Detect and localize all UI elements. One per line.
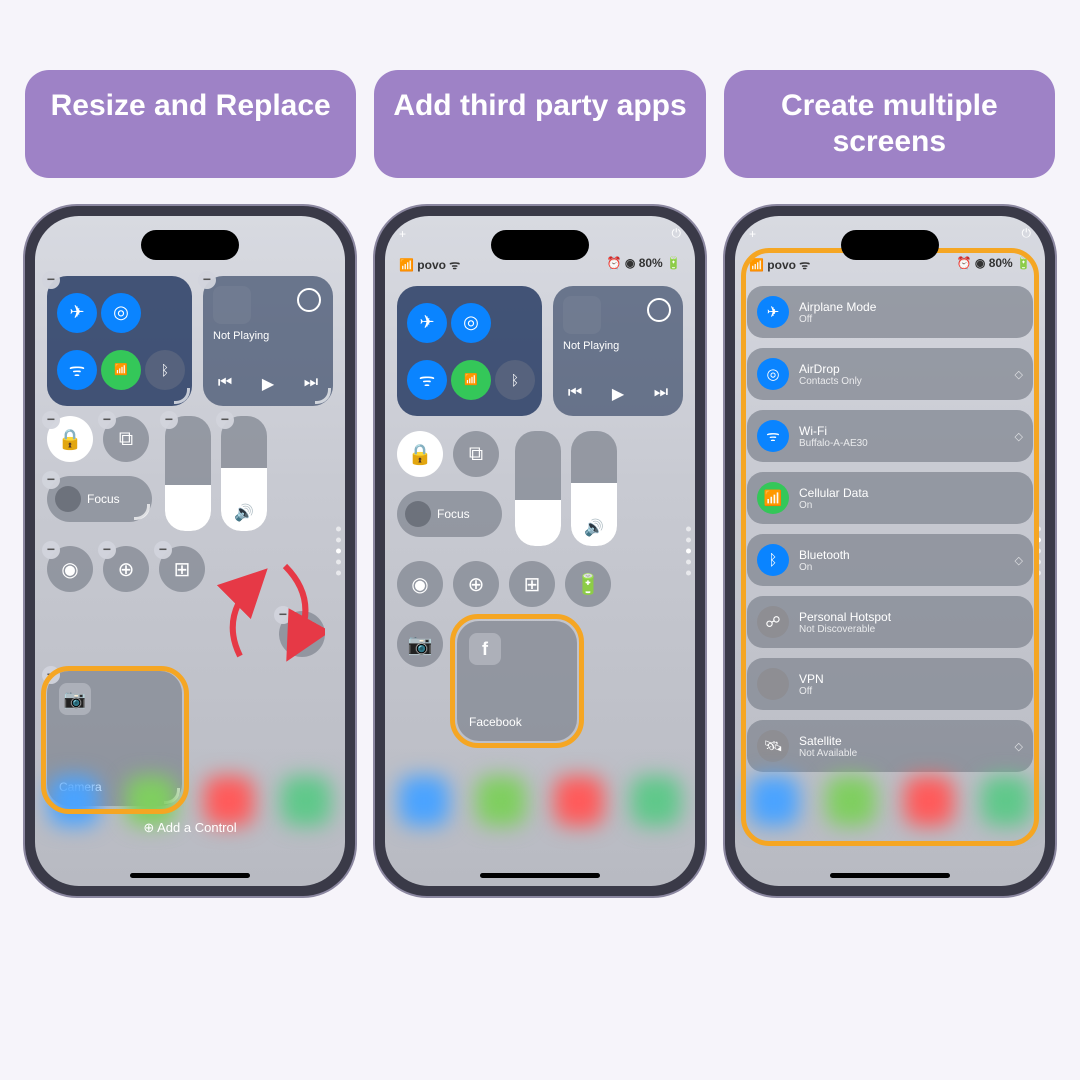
rotation-lock-button[interactable]: 🔒 bbox=[397, 431, 443, 477]
low-power-button[interactable]: 🔋 bbox=[565, 561, 611, 607]
airdrop-icon[interactable]: ◎ bbox=[101, 293, 141, 333]
media-title: Not Playing bbox=[213, 330, 323, 342]
airdrop-icon[interactable]: ◎ bbox=[451, 303, 491, 343]
phone-2: + ⏻ 📶 povo ᯤ ⏰ ◉ 80% 🔋 ✈ ◎ ᯤ 📶 ᛒ Not Pla… bbox=[375, 206, 705, 896]
screen-mirror-button[interactable]: −⧉ bbox=[103, 416, 149, 462]
connectivity-widget[interactable]: − ✈ ◎ ᯤ 📶 ᛒ bbox=[47, 276, 192, 406]
resize-handle-icon[interactable] bbox=[174, 388, 190, 404]
brightness-slider[interactable]: ☀ bbox=[515, 431, 561, 546]
highlight-box bbox=[450, 614, 584, 748]
add-icon[interactable]: + bbox=[399, 226, 406, 241]
wifi-icon[interactable]: ᯤ bbox=[407, 360, 447, 400]
highlight-box bbox=[741, 248, 1039, 846]
rotation-lock-button[interactable]: −🔒 bbox=[47, 416, 93, 462]
highlight-box bbox=[41, 666, 189, 814]
brightness-slider[interactable]: −☀ bbox=[165, 416, 211, 531]
screen-mirror-button[interactable]: ⧉ bbox=[453, 431, 499, 477]
airplay-icon[interactable] bbox=[297, 288, 321, 312]
play-icon[interactable]: ▶ bbox=[262, 374, 274, 394]
cellular-icon[interactable]: 📶 bbox=[451, 360, 491, 400]
moon-icon bbox=[55, 486, 81, 512]
dynamic-island bbox=[141, 230, 239, 260]
next-icon[interactable]: ⏭ bbox=[654, 384, 668, 404]
home-indicator[interactable] bbox=[130, 873, 250, 878]
label-screens: Create multiple screens bbox=[724, 70, 1055, 178]
power-icon[interactable]: ⏻ bbox=[1022, 226, 1032, 241]
magnifier-button[interactable]: ⊕ bbox=[453, 561, 499, 607]
remove-icon[interactable]: − bbox=[198, 271, 216, 289]
home-indicator[interactable] bbox=[830, 873, 950, 878]
media-widget[interactable]: Not Playing ⏮▶⏭ bbox=[553, 286, 683, 416]
prev-icon[interactable]: ⏮ bbox=[568, 384, 582, 404]
dynamic-island bbox=[491, 230, 589, 260]
media-widget[interactable]: − Not Playing ⏮ ▶ ⏭ bbox=[203, 276, 333, 406]
calculator-button[interactable]: −⊞ bbox=[159, 546, 205, 592]
airplay-icon[interactable] bbox=[647, 298, 671, 322]
magnifier-button[interactable]: −⊕ bbox=[103, 546, 149, 592]
add-icon[interactable]: + bbox=[749, 226, 756, 241]
focus-button[interactable]: Focus bbox=[397, 491, 502, 537]
album-art bbox=[213, 286, 251, 324]
home-indicator[interactable] bbox=[480, 873, 600, 878]
wifi-icon[interactable]: ᯤ bbox=[57, 350, 97, 390]
resize-handle-icon[interactable] bbox=[315, 388, 331, 404]
airplane-icon[interactable]: ✈ bbox=[57, 293, 97, 333]
focus-button[interactable]: − Focus bbox=[47, 476, 152, 522]
page-dots[interactable] bbox=[686, 527, 691, 576]
connectivity-widget[interactable]: ✈ ◎ ᯤ 📶 ᛒ bbox=[397, 286, 542, 416]
camera-button[interactable]: 📷 bbox=[397, 621, 443, 667]
bluetooth-icon[interactable]: ᛒ bbox=[145, 350, 185, 390]
calculator-button[interactable]: ⊞ bbox=[509, 561, 555, 607]
label-thirdparty: Add third party apps bbox=[374, 70, 705, 178]
cellular-icon[interactable]: 📶 bbox=[101, 350, 141, 390]
phone-1: − ✈ ◎ ᯤ 📶 ᛒ − Not Playing ⏮ ▶ ⏭ −🔒 −⧉ bbox=[25, 206, 355, 896]
page-dots[interactable] bbox=[336, 527, 341, 576]
volume-slider[interactable]: −🔊 bbox=[221, 416, 267, 531]
remove-icon[interactable]: − bbox=[42, 271, 60, 289]
play-icon[interactable]: ▶ bbox=[612, 384, 624, 404]
airplane-icon[interactable]: ✈ bbox=[407, 303, 447, 343]
screen-record-button[interactable]: −◉ bbox=[47, 546, 93, 592]
volume-slider[interactable]: 🔊 bbox=[571, 431, 617, 546]
dynamic-island bbox=[841, 230, 939, 260]
bluetooth-icon[interactable]: ᛒ bbox=[495, 360, 535, 400]
power-icon[interactable]: ⏻ bbox=[672, 226, 682, 241]
screen-record-button[interactable]: ◉ bbox=[397, 561, 443, 607]
phone-3: +⏻ 📶 povo ᯤ ⏰ ◉ 80% 🔋 ✈Airplane ModeOff◎… bbox=[725, 206, 1055, 896]
prev-icon[interactable]: ⏮ bbox=[218, 374, 232, 394]
swap-arrows-icon bbox=[215, 546, 325, 686]
label-resize: Resize and Replace bbox=[25, 70, 356, 178]
add-control-button[interactable]: ⊕ Add a Control bbox=[35, 820, 345, 836]
